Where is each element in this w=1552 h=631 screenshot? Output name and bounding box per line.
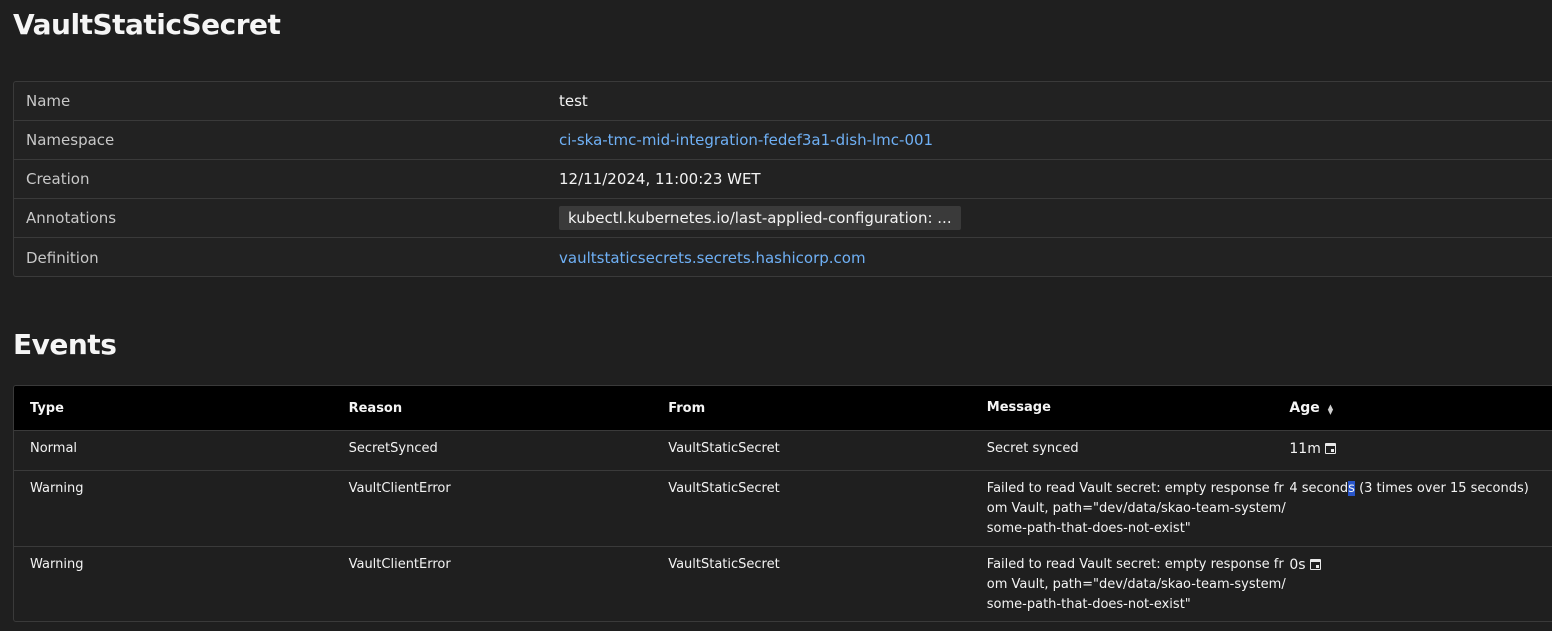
event-age-text: 11m — [1289, 441, 1321, 457]
metadata-row-name: Name test — [14, 82, 1552, 121]
sort-icon[interactable]: ▲ ▼ — [1328, 402, 1333, 415]
column-header-age-label: Age — [1289, 400, 1320, 416]
annotation-chip[interactable]: kubectl.kubernetes.io/last-applied-confi… — [559, 206, 961, 230]
column-header-type[interactable]: Type — [14, 401, 333, 416]
event-from: VaultStaticSecret — [668, 481, 780, 496]
events-table-header: Type Reason From Message Age ▲ ▼ — [14, 386, 1552, 431]
metadata-key: Namespace — [26, 131, 115, 149]
event-from: VaultStaticSecret — [668, 557, 780, 572]
metadata-value-name: test — [559, 92, 588, 110]
metadata-row-creation: Creation 12/11/2024, 11:00:23 WET — [14, 160, 1552, 199]
column-header-age[interactable]: Age ▲ ▼ — [1289, 400, 1552, 416]
event-message: Failed to read Vault secret: empty respo… — [986, 481, 1286, 536]
metadata-row-annotations: Annotations kubectl.kubernetes.io/last-a… — [14, 199, 1552, 238]
event-type: Warning — [30, 481, 84, 496]
events-title: Events — [13, 328, 117, 361]
column-header-reason[interactable]: Reason — [333, 401, 653, 416]
calendar-icon[interactable] — [1309, 559, 1321, 570]
column-header-from[interactable]: From — [652, 401, 971, 416]
metadata-value-creation: 12/11/2024, 11:00:23 WET — [559, 170, 761, 188]
event-age-text: 0s — [1289, 557, 1306, 573]
event-age: 0s — [1289, 547, 1552, 621]
event-type: Warning — [30, 557, 84, 572]
metadata-row-namespace: Namespace ci-ska-tmc-mid-integration-fed… — [14, 121, 1552, 160]
metadata-row-definition: Definition vaultstaticsecrets.secrets.ha… — [14, 238, 1552, 277]
event-from: VaultStaticSecret — [668, 441, 780, 456]
events-table: Type Reason From Message Age ▲ ▼ Normal S… — [13, 385, 1552, 622]
metadata-key: Name — [26, 92, 71, 110]
event-message: Secret synced — [986, 441, 1079, 456]
event-message: Failed to read Vault secret: empty respo… — [986, 557, 1286, 612]
event-type: Normal — [30, 441, 78, 456]
text-selection-highlight: s — [1348, 481, 1355, 496]
event-age-suffix: (3 times over 15 seconds) — [1354, 481, 1529, 496]
calendar-icon[interactable] — [1324, 443, 1336, 454]
metadata-key: Definition — [26, 248, 99, 267]
definition-link[interactable]: vaultstaticsecrets.secrets.hashicorp.com — [559, 249, 866, 267]
event-age-text: 4 second — [1289, 481, 1349, 496]
column-header-message[interactable]: Message — [971, 398, 1290, 418]
metadata-key: Annotations — [26, 209, 117, 227]
namespace-link[interactable]: ci-ska-tmc-mid-integration-fedef3a1-dish… — [559, 131, 933, 149]
metadata-key: Creation — [26, 170, 90, 188]
page-title: VaultStaticSecret — [13, 8, 281, 41]
metadata-table: Name test Namespace ci-ska-tmc-mid-integ… — [13, 81, 1552, 277]
table-row: Normal SecretSynced VaultStaticSecret Se… — [14, 431, 1552, 471]
event-reason: SecretSynced — [348, 441, 438, 456]
event-age: 4 seconds (3 times over 15 seconds) — [1289, 471, 1552, 546]
table-row: Warning VaultClientError VaultStaticSecr… — [14, 547, 1552, 621]
event-reason: VaultClientError — [348, 481, 451, 496]
event-age: 11m — [1289, 431, 1552, 470]
event-reason: VaultClientError — [348, 557, 451, 572]
table-row: Warning VaultClientError VaultStaticSecr… — [14, 471, 1552, 547]
